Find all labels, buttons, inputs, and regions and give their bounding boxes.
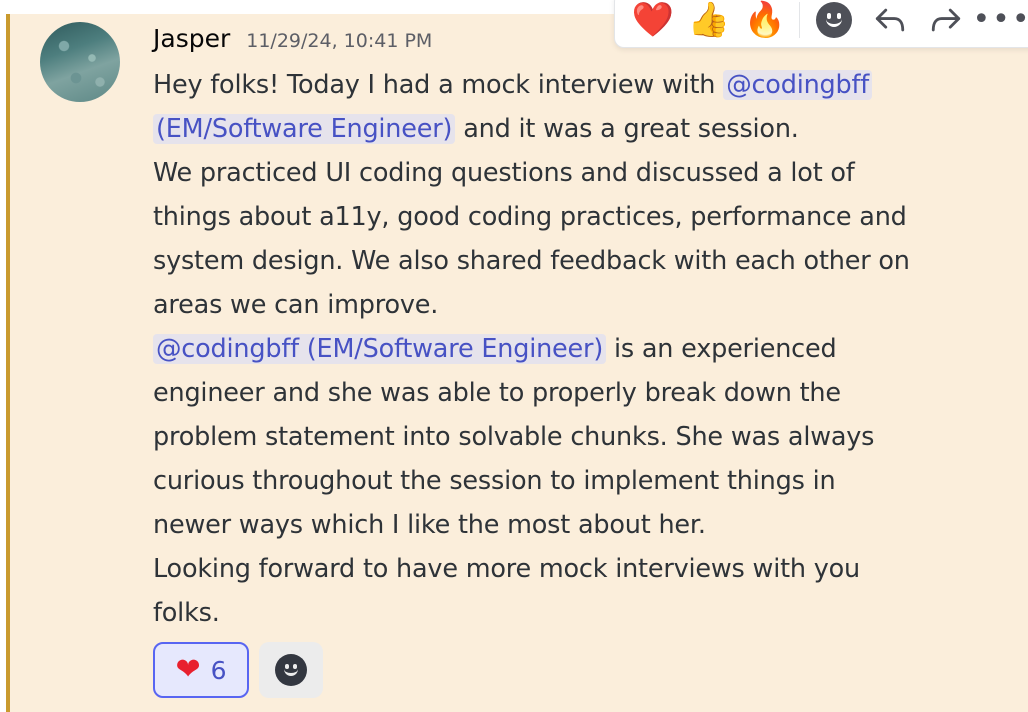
message-line: areas we can improve. bbox=[153, 283, 993, 327]
reply-button[interactable] bbox=[862, 0, 918, 44]
message-text: Hey folks! Today I had a mock interview … bbox=[153, 70, 724, 100]
reaction-count: 6 bbox=[210, 655, 227, 685]
heart-icon: ❤️ bbox=[631, 0, 675, 40]
user-mention[interactable]: @codingbff bbox=[723, 70, 873, 100]
message-text: areas we can improve. bbox=[153, 290, 439, 320]
thumbs-up-icon: 👍 bbox=[687, 0, 731, 40]
message-line: engineer and she was able to properly br… bbox=[153, 371, 993, 415]
message-line: things about a11y, good coding practices… bbox=[153, 195, 993, 239]
toolbar-divider bbox=[799, 2, 800, 38]
message-text: Looking forward to have more mock interv… bbox=[153, 554, 860, 584]
add-reaction-icon bbox=[275, 654, 307, 686]
message-text: things about a11y, good coding practices… bbox=[153, 202, 907, 232]
message-text: engineer and she was able to properly br… bbox=[153, 378, 841, 408]
username[interactable]: Jasper bbox=[153, 24, 230, 53]
message-text: folks. bbox=[153, 598, 220, 628]
message-text: system design. We also shared feedback w… bbox=[153, 246, 910, 276]
timestamp[interactable]: 11/29/24, 10:41 PM bbox=[246, 30, 432, 52]
add-reaction-button[interactable] bbox=[259, 642, 323, 698]
message-line: curious throughout the session to implem… bbox=[153, 459, 993, 503]
message-text: and it was a great session. bbox=[455, 114, 799, 144]
user-mention[interactable]: (EM/Software Engineer) bbox=[153, 114, 456, 144]
message-line: system design. We also shared feedback w… bbox=[153, 239, 993, 283]
message-text: We practiced UI coding questions and dis… bbox=[153, 158, 855, 188]
message-line: folks. bbox=[153, 591, 993, 635]
add-reaction-icon bbox=[816, 2, 852, 38]
avatar[interactable] bbox=[40, 22, 120, 102]
fire-icon: 🔥 bbox=[743, 0, 787, 40]
add-reaction-toolbar-button[interactable] bbox=[806, 0, 862, 44]
reaction-heart[interactable]: ❤ 6 bbox=[153, 642, 249, 698]
message-text: newer ways which I like the most about h… bbox=[153, 510, 706, 540]
message-line: (EM/Software Engineer) and it was a grea… bbox=[153, 107, 993, 151]
message-line: @codingbff (EM/Software Engineer) is an … bbox=[153, 327, 993, 371]
reply-icon bbox=[875, 8, 905, 32]
more-icon: ••• bbox=[972, 2, 1028, 37]
forward-icon bbox=[931, 8, 961, 32]
message-actions-toolbar: ❤️ 👍 🔥 ••• bbox=[614, 0, 1028, 48]
reactions-bar: ❤ 6 bbox=[153, 642, 323, 698]
message-text: is an experienced bbox=[606, 334, 837, 364]
message-text: problem statement into solvable chunks. … bbox=[153, 422, 875, 452]
forward-button[interactable] bbox=[918, 0, 974, 44]
quick-reaction-thumbs-up[interactable]: 👍 bbox=[681, 0, 737, 44]
quick-reaction-heart[interactable]: ❤️ bbox=[625, 0, 681, 44]
heart-icon: ❤ bbox=[175, 652, 201, 687]
message-line: Looking forward to have more mock interv… bbox=[153, 547, 993, 591]
quick-reaction-fire[interactable]: 🔥 bbox=[737, 0, 793, 44]
message-line: We practiced UI coding questions and dis… bbox=[153, 151, 993, 195]
highlight-gutter bbox=[0, 14, 10, 712]
message-line: Hey folks! Today I had a mock interview … bbox=[153, 63, 993, 107]
user-mention[interactable]: @codingbff (EM/Software Engineer) bbox=[153, 334, 607, 364]
message-line: problem statement into solvable chunks. … bbox=[153, 415, 993, 459]
message-content: Hey folks! Today I had a mock interview … bbox=[153, 63, 993, 635]
message-header: Jasper 11/29/24, 10:41 PM bbox=[153, 24, 432, 60]
message-text: curious throughout the session to implem… bbox=[153, 466, 836, 496]
more-options-button[interactable]: ••• bbox=[972, 0, 1028, 44]
message-line: newer ways which I like the most about h… bbox=[153, 503, 993, 547]
